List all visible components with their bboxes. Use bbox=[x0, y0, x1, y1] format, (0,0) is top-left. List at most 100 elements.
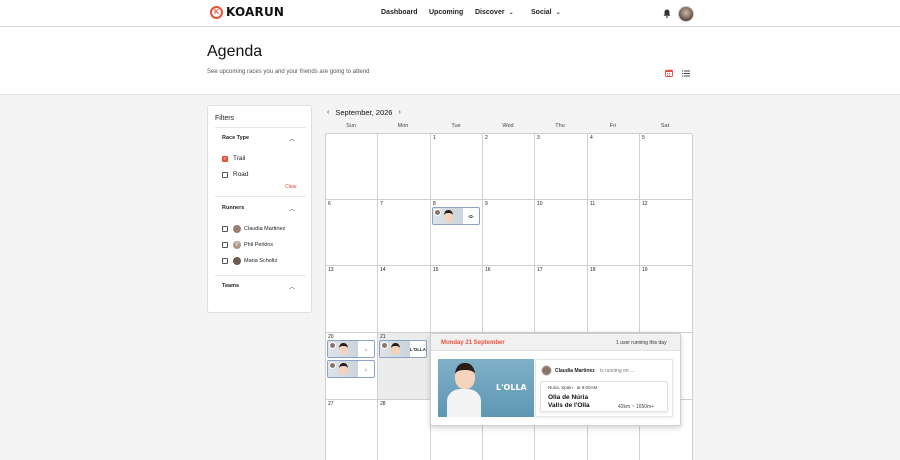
runner-checkbox-phil[interactable] bbox=[222, 242, 228, 248]
runners-title[interactable]: Runners bbox=[222, 205, 244, 211]
weekday-label: Wed bbox=[502, 123, 514, 129]
logo[interactable]: K KOARUN bbox=[210, 5, 284, 19]
divider bbox=[215, 196, 306, 197]
calendar-day-cell[interactable]: 6 bbox=[326, 200, 378, 266]
page-title: Agenda bbox=[207, 43, 263, 60]
race-image[interactable]: L'OLLA bbox=[438, 359, 534, 417]
calendar-day-cell[interactable]: 4 bbox=[588, 134, 640, 200]
calendar-day-cell[interactable]: 12 bbox=[640, 200, 693, 266]
logo-text: KOARUN bbox=[226, 5, 285, 19]
chevron-up-icon[interactable]: ︿ bbox=[289, 204, 295, 213]
day-number: 17 bbox=[537, 267, 543, 273]
calendar-day-cell[interactable]: 2 bbox=[483, 134, 535, 200]
runner-illustration bbox=[339, 343, 348, 355]
day-number: 27 bbox=[328, 401, 334, 407]
next-month-icon[interactable]: › bbox=[398, 109, 400, 116]
prev-month-icon[interactable]: ‹ bbox=[327, 109, 329, 116]
month-navigator: ‹ September, 2026 › bbox=[327, 108, 401, 117]
chevron-down-icon: ⌄ bbox=[555, 10, 561, 16]
day-number: 2 bbox=[485, 135, 488, 141]
runner-illustration bbox=[444, 210, 453, 222]
calendar-day-cell[interactable]: 1 bbox=[431, 134, 483, 200]
race-event-chip[interactable]: L'OLLA bbox=[379, 340, 427, 358]
race-meta: Nuria, Spain · at 9:00AM bbox=[548, 385, 598, 390]
road-checkbox[interactable] bbox=[222, 172, 228, 178]
runner-checkbox-maria[interactable] bbox=[222, 258, 228, 264]
day-number: 12 bbox=[642, 201, 648, 207]
race-thumbnail bbox=[380, 341, 410, 357]
trail-checkbox[interactable]: ✓ bbox=[222, 156, 228, 162]
calendar-day-cell[interactable]: 16 bbox=[483, 266, 535, 333]
nav-upcoming[interactable]: Upcoming bbox=[429, 9, 463, 16]
calendar-day-cell[interactable]: 9 bbox=[483, 200, 535, 266]
race-event-chip[interactable]: ⌂ bbox=[327, 340, 375, 358]
bell-icon[interactable] bbox=[663, 9, 671, 18]
day-number: 9 bbox=[485, 201, 488, 207]
calendar-day-cell[interactable]: 5 bbox=[640, 134, 693, 200]
calendar-day-cell[interactable]: 28 bbox=[378, 400, 431, 460]
calendar-day-cell[interactable]: 15 bbox=[431, 266, 483, 333]
calendar-icon[interactable] bbox=[665, 69, 673, 77]
weekday-label: Sat bbox=[660, 123, 670, 129]
day-number: 18 bbox=[590, 267, 596, 273]
calendar-day-cell[interactable]: 3 bbox=[535, 134, 588, 200]
race-event-chip[interactable]: ⌂ bbox=[327, 360, 375, 378]
calendar-day-cell[interactable] bbox=[378, 134, 431, 200]
day-number: 6 bbox=[328, 201, 331, 207]
avatar bbox=[329, 342, 336, 349]
chevron-up-icon[interactable]: ︿ bbox=[289, 134, 295, 143]
weekday-label: Mon bbox=[397, 123, 409, 129]
avatar bbox=[329, 362, 336, 369]
page-subtitle: See upcoming races you and your friends … bbox=[207, 69, 370, 75]
calendar-day-cell[interactable]: 18 bbox=[588, 266, 640, 333]
list-icon[interactable] bbox=[682, 70, 690, 77]
day-number: 16 bbox=[485, 267, 491, 273]
chevron-up-icon[interactable]: ︿ bbox=[289, 282, 295, 291]
race-event-chip[interactable]: ·Ω· bbox=[432, 207, 480, 225]
divider bbox=[215, 127, 306, 128]
calendar-day-cell[interactable]: 17 bbox=[535, 266, 588, 333]
runner-illustration bbox=[391, 343, 400, 355]
nav-discover[interactable]: Discover ⌄ bbox=[475, 9, 514, 16]
calendar-day-cell[interactable]: 11 bbox=[588, 200, 640, 266]
calendar-day-cell[interactable]: 13 bbox=[326, 266, 378, 333]
road-label: Road bbox=[233, 171, 249, 178]
avatar bbox=[233, 225, 241, 233]
filters-panel: Filters Race Type ︿ ✓ Trail Road Clear R… bbox=[207, 105, 312, 313]
runner-illustration bbox=[447, 389, 481, 417]
runner-checkbox-claudia[interactable] bbox=[222, 226, 228, 232]
day-number: 1 bbox=[433, 135, 436, 141]
race-thumbnail bbox=[328, 341, 358, 357]
calendar-day-cell[interactable] bbox=[326, 134, 378, 200]
chevron-down-icon: ⌄ bbox=[508, 10, 514, 16]
calendar-day-cell[interactable]: 27 bbox=[326, 400, 378, 460]
popover-header: Monday 21 September 1 user running this … bbox=[431, 334, 680, 351]
weekday-label: Fri bbox=[609, 123, 617, 129]
clear-button[interactable]: Clear bbox=[285, 184, 297, 190]
day-number: 4 bbox=[590, 135, 593, 141]
teams-title[interactable]: Teams bbox=[222, 283, 239, 289]
user-avatar[interactable] bbox=[678, 6, 694, 22]
calendar-day-cell[interactable]: 19 bbox=[640, 266, 693, 333]
calendar-day-cell[interactable]: 7 bbox=[378, 200, 431, 266]
race-type-title[interactable]: Race Type bbox=[222, 135, 249, 141]
day-number: 10 bbox=[537, 201, 543, 207]
weekday-label: Thu bbox=[555, 123, 565, 129]
runner-name: Phil Perkins bbox=[244, 242, 274, 248]
nav-social[interactable]: Social ⌄ bbox=[531, 9, 561, 16]
weekday-label: Tue bbox=[451, 123, 461, 129]
koarun-logo-icon: K bbox=[210, 5, 223, 19]
calendar-day-cell[interactable]: 14 bbox=[378, 266, 431, 333]
day-number: 11 bbox=[590, 201, 596, 207]
day-number: 7 bbox=[380, 201, 383, 207]
race-name-subtitle: Valls de l'Olla bbox=[548, 402, 590, 409]
day-number: 28 bbox=[380, 401, 386, 407]
race-card[interactable]: Nuria, Spain · at 9:00AM Olla de Núria V… bbox=[540, 381, 668, 412]
nav-dashboard[interactable]: Dashboard bbox=[381, 9, 418, 16]
avatar bbox=[233, 257, 241, 265]
race-logo: ⌂ bbox=[364, 366, 368, 372]
calendar-day-cell[interactable]: 10 bbox=[535, 200, 588, 266]
runner-illustration-head bbox=[455, 363, 475, 389]
avatar: P bbox=[233, 241, 241, 249]
runner-name[interactable]: Claudia Martinez bbox=[555, 368, 595, 374]
